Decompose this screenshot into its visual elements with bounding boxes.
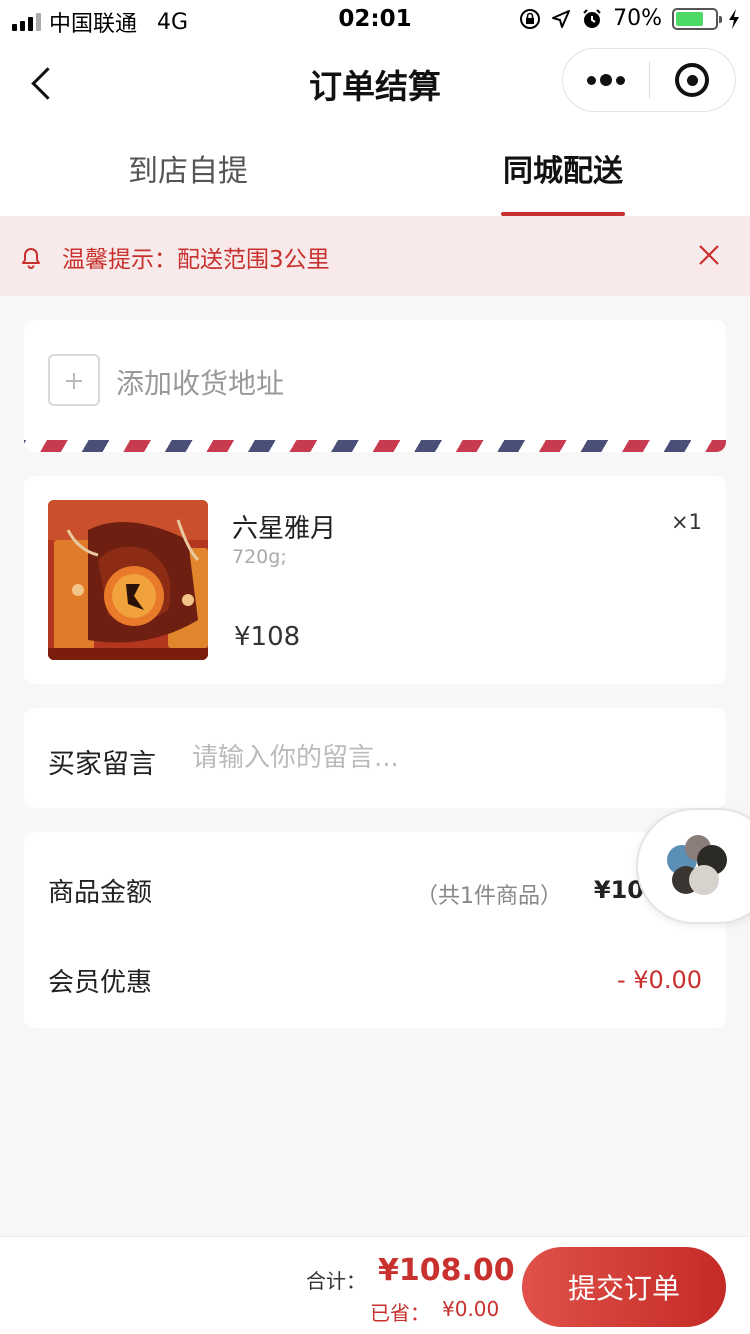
member-discount-value: - ¥0.00 (617, 966, 702, 994)
location-arrow-icon (552, 9, 571, 28)
add-address-card[interactable]: 添加收货地址 (24, 320, 726, 452)
status-right: 70% (519, 6, 740, 31)
saved-value: ¥0.00 (442, 1297, 500, 1321)
order-summary-card: 商品金额 （共1件商品） ¥10 会员优惠 - ¥0.00 (24, 832, 726, 1028)
checkout-bar: 合计： ¥108.00 已省： ¥0.00 提交订单 (0, 1236, 750, 1334)
tab-store-pickup[interactable]: 到店自提 (126, 128, 250, 216)
goods-count: （共1件商品） (416, 884, 562, 909)
saved-label: 已省： (370, 1301, 430, 1325)
battery-icon (672, 7, 722, 30)
product-name: 六星雅月 (232, 514, 337, 544)
product-spec: 720g; (232, 546, 287, 568)
add-address-label: 添加收货地址 (116, 367, 285, 400)
plus-icon (48, 354, 100, 406)
buyer-message-label: 买家留言 (48, 749, 156, 780)
close-icon[interactable] (696, 242, 722, 268)
product-image (48, 500, 208, 660)
floating-service-button[interactable] (636, 808, 750, 924)
buyer-message-input[interactable] (192, 732, 692, 784)
notice-bar: 温馨提示：配送范围3公里 (0, 216, 750, 296)
tab-city-delivery[interactable]: 同城配送 (501, 128, 625, 216)
alarm-icon (583, 8, 601, 28)
product-price: ¥108 (234, 622, 301, 652)
more-dots-icon[interactable] (563, 74, 649, 86)
goods-amount-value: ¥10 (593, 876, 644, 904)
notice-text: 温馨提示：配送范围3公里 (62, 247, 330, 273)
member-discount-row: 会员优惠 - ¥0.00 (48, 930, 702, 1020)
color-circles-icon (667, 835, 727, 895)
product-quantity: ×1 (671, 510, 702, 534)
mini-program-close-icon[interactable] (650, 63, 736, 97)
member-discount-label: 会员优惠 (48, 968, 153, 998)
total-value: ¥108.00 (378, 1253, 515, 1288)
buyer-message-card: 买家留言 (24, 708, 726, 808)
delivery-tabs: 到店自提 同城配送 (0, 128, 750, 216)
goods-amount-label: 商品金额 (48, 878, 153, 908)
product-card: 六星雅月 720g; ¥108 ×1 (24, 476, 726, 684)
total-label: 合计： (306, 1269, 366, 1293)
mini-program-capsule (562, 48, 736, 112)
submit-order-button[interactable]: 提交订单 (522, 1247, 726, 1327)
bell-icon (22, 248, 40, 269)
battery-percent: 70% (613, 6, 662, 31)
charging-bolt-icon (729, 8, 739, 29)
goods-amount-row: 商品金额 （共1件商品） ¥10 (48, 840, 702, 930)
orientation-lock-icon (520, 8, 541, 29)
status-bar: 中国联通 4G 02:01 70% (0, 0, 750, 40)
airmail-stripe-border (24, 440, 726, 452)
nav-bar: 订单结算 (0, 40, 750, 128)
